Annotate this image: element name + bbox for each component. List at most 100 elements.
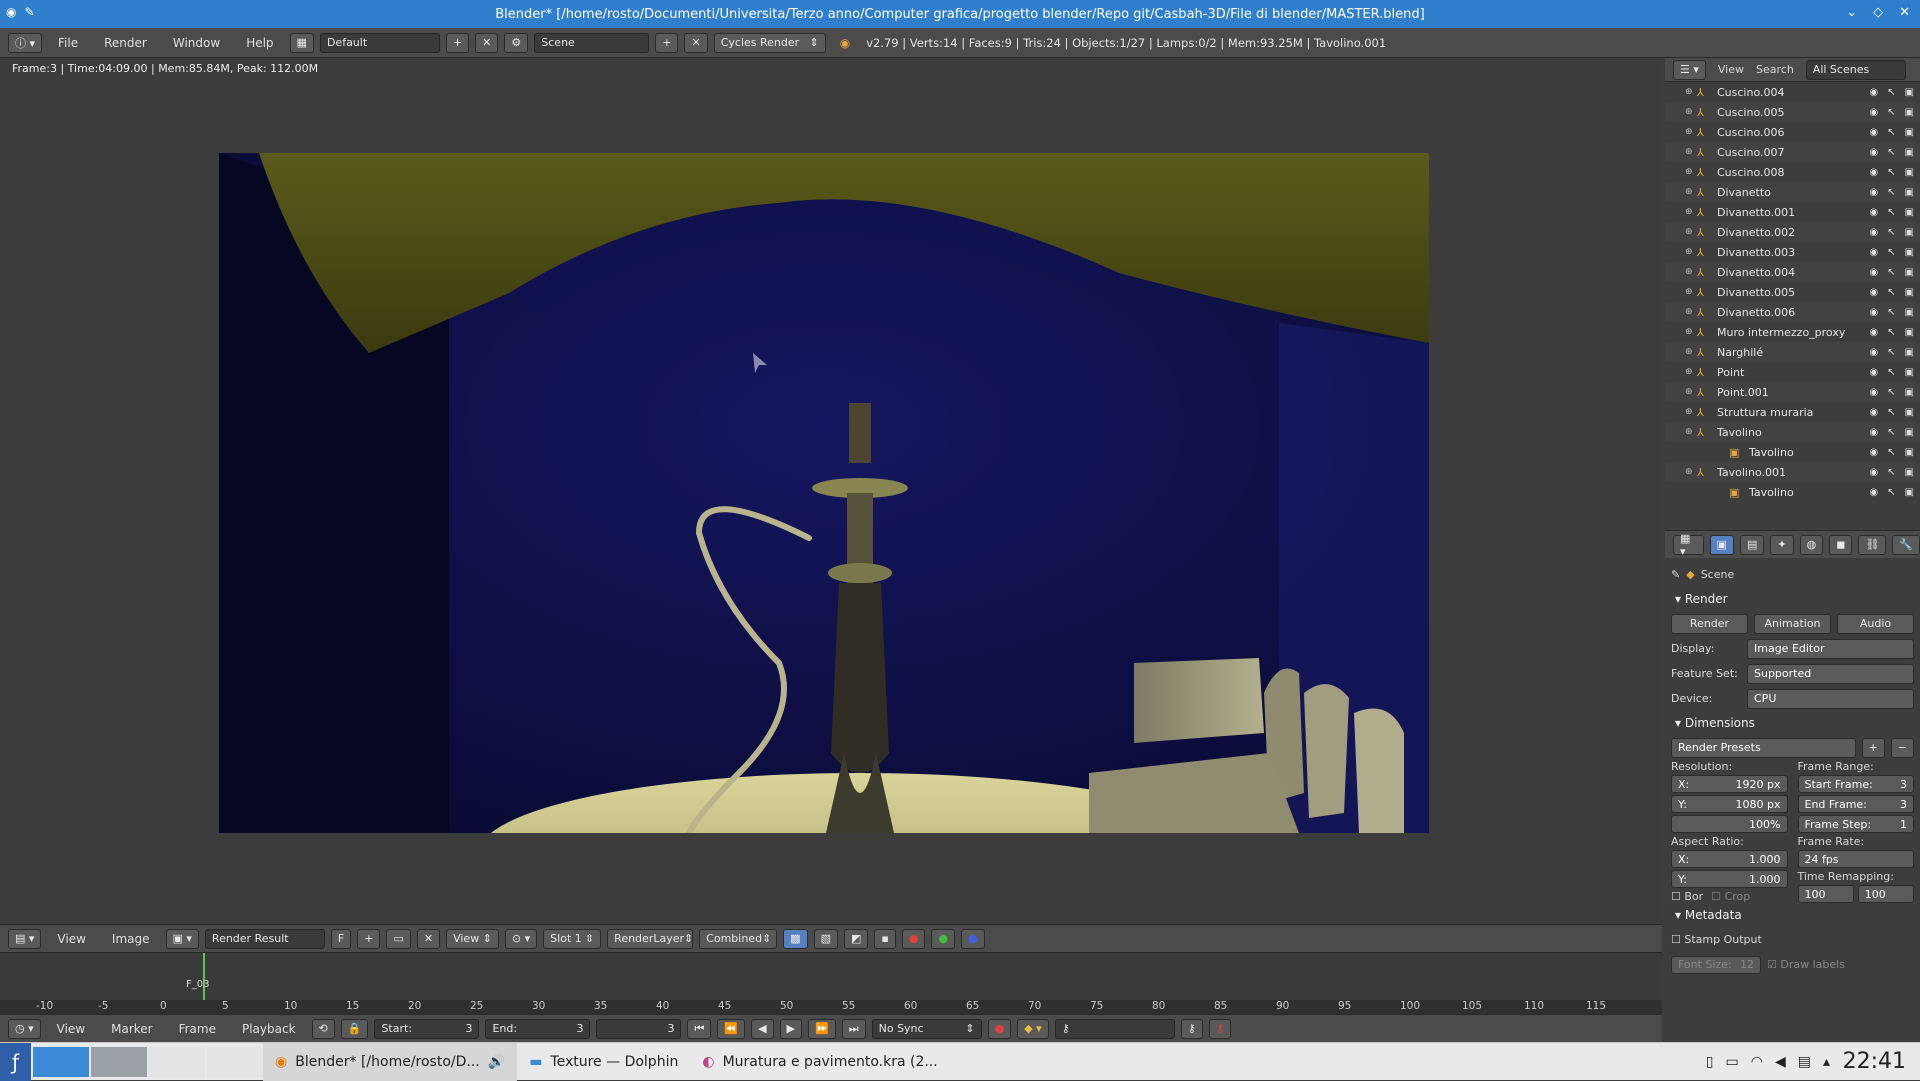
outliner-row[interactable]: ⊕ ⅄ Point ◉ ↖ ▣ (1665, 362, 1920, 382)
outliner-item-name[interactable]: Tavolino (1717, 426, 1762, 439)
display-select[interactable]: Image Editor (1747, 638, 1914, 659)
expand-toggle-icon[interactable]: ⊕ (1685, 227, 1697, 237)
render-camera-icon[interactable]: ▣ (1905, 407, 1914, 418)
outliner-row[interactable]: ⊕ ⅄ Cuscino.006 ◉ ↖ ▣ (1665, 122, 1920, 142)
outliner[interactable]: ⊕ ⅄ Cuscino.004 ◉ ↖ ▣ ⊕ ⅄ Cuscino.005 ◉ ↖ ▣ ⊕ ⅄ Cuscin… (1665, 82, 1920, 530)
play-icon[interactable]: ▶ (779, 1018, 802, 1039)
expand-toggle-icon[interactable]: ⊕ (1685, 347, 1697, 357)
render-camera-icon[interactable]: ▣ (1905, 347, 1914, 358)
timeline[interactable]: F_03 -10 -5 0 5 10 15 20 25 30 35 40 45 50 55 60 65 70 75… (0, 952, 1662, 1014)
expand-toggle-icon[interactable]: ⊕ (1685, 407, 1697, 417)
outliner-item-name[interactable]: Tavolino (1749, 446, 1794, 459)
jump-end-icon[interactable]: ⏭ (841, 1018, 866, 1039)
selectability-cursor-icon[interactable]: ↖ (1887, 407, 1895, 418)
selectability-cursor-icon[interactable]: ↖ (1887, 387, 1895, 398)
jump-start-icon[interactable]: ⏮ (687, 1018, 712, 1039)
expand-toggle-icon[interactable]: ⊕ (1685, 187, 1697, 197)
render-camera-icon[interactable]: ▣ (1905, 447, 1914, 458)
selectability-cursor-icon[interactable]: ↖ (1887, 127, 1895, 138)
tl-menu-marker[interactable]: Marker (101, 1022, 162, 1036)
aspect-x-field[interactable]: X: 1.000 (1671, 850, 1788, 868)
outliner-row[interactable]: ⊕ ⅄ Cuscino.008 ◉ ↖ ▣ (1665, 162, 1920, 182)
add-layout-icon[interactable]: + (445, 32, 470, 53)
outliner-item-name[interactable]: Divanetto (1717, 186, 1771, 199)
render-camera-icon[interactable]: ▣ (1905, 87, 1914, 98)
metadata-section-header[interactable]: ▾ Metadata (1665, 903, 1920, 927)
outliner-row[interactable]: ⊕ ⅄ Narghilé ◉ ↖ ▣ (1665, 342, 1920, 362)
outliner-item-name[interactable]: Cuscino.008 (1717, 166, 1785, 179)
selectability-cursor-icon[interactable]: ↖ (1887, 427, 1895, 438)
outliner-item-name[interactable]: Muro intermezzo_proxy (1717, 326, 1845, 339)
selectability-cursor-icon[interactable]: ↖ (1887, 367, 1895, 378)
task-krita[interactable]: ◐ Muratura e pavimento.kra (2... (690, 1043, 949, 1081)
res-y-field[interactable]: Y: 1080 px (1671, 795, 1788, 813)
frame-step-prop[interactable]: Frame Step: 1 (1797, 815, 1914, 833)
phone-icon[interactable]: ▯ (1706, 1054, 1714, 1070)
add-preset-icon[interactable]: + (1861, 737, 1885, 758)
border-checkbox[interactable]: ☐ Bor (1671, 890, 1703, 903)
start-frame-prop[interactable]: Start Frame: 3 (1797, 775, 1914, 793)
task-dolphin[interactable]: ▬ Texture — Dolphin (517, 1043, 690, 1081)
render-presets-select[interactable]: Render Presets (1671, 737, 1856, 758)
outliner-item-name[interactable]: Divanetto.003 (1717, 246, 1795, 259)
current-frame-cursor[interactable] (203, 953, 205, 1001)
expand-toggle-icon[interactable]: ⊕ (1685, 167, 1697, 177)
scene-icon[interactable]: ⚙ (504, 32, 529, 53)
outliner-item-name[interactable]: Cuscino.006 (1717, 126, 1785, 139)
record-icon[interactable]: ● (987, 1018, 1012, 1039)
render-camera-icon[interactable]: ▣ (1905, 127, 1914, 138)
render-camera-icon[interactable]: ▣ (1905, 147, 1914, 158)
current-frame-field[interactable]: 3 (596, 1018, 682, 1039)
selectability-cursor-icon[interactable]: ↖ (1887, 307, 1895, 318)
render-camera-icon[interactable]: ▣ (1905, 107, 1914, 118)
zbuffer-icon[interactable]: ▪ (874, 928, 896, 949)
prev-keyframe-icon[interactable]: ⏪ (717, 1018, 746, 1039)
expand-toggle-icon[interactable]: ⊕ (1685, 427, 1697, 437)
add-scene-icon[interactable]: + (655, 32, 679, 53)
desktop-4-pager[interactable] (207, 1046, 264, 1077)
menu-view[interactable]: View (47, 932, 95, 946)
outliner-menu-view[interactable]: View (1718, 63, 1744, 76)
lock-icon[interactable]: 🔒 (340, 1018, 369, 1039)
unlink-image-icon[interactable]: ✕ (416, 928, 441, 949)
outliner-row[interactable]: ⊕ ⅄ Divanetto.003 ◉ ↖ ▣ (1665, 242, 1920, 262)
keying-set-field[interactable]: ⚷ (1054, 1018, 1175, 1039)
object-tab-icon[interactable]: ◼ (1829, 534, 1853, 555)
remap-new-field[interactable]: 100 (1857, 885, 1914, 903)
feature-set-select[interactable]: Supported (1747, 663, 1914, 684)
editor-type-timeline-button[interactable]: ◷ ▾ (8, 1018, 41, 1039)
render-camera-icon[interactable]: ▣ (1905, 287, 1914, 298)
red-channel-icon[interactable]: ● (901, 928, 926, 949)
outliner-item-name[interactable]: Tavolino.001 (1717, 466, 1786, 479)
tl-menu-frame[interactable]: Frame (169, 1022, 226, 1036)
delete-key-icon[interactable]: ⚷ (1208, 1018, 1231, 1039)
selectability-cursor-icon[interactable]: ↖ (1887, 227, 1895, 238)
outliner-item-name[interactable]: Point (1717, 366, 1744, 379)
outliner-row[interactable]: ⊕ ⅄ Divanetto.005 ◉ ↖ ▣ (1665, 282, 1920, 302)
expand-toggle-icon[interactable]: ⊕ (1685, 267, 1697, 277)
outliner-row[interactable]: ⊕ ⅄ Tavolino.001 ◉ ↖ ▣ (1665, 462, 1920, 482)
remove-preset-icon[interactable]: − (1890, 737, 1914, 758)
menu-render[interactable]: Render (94, 36, 157, 50)
outliner-item-name[interactable]: Tavolino (1749, 486, 1794, 499)
editor-type-outliner-button[interactable]: ☰ ▾ (1673, 59, 1706, 80)
app-launcher-icon[interactable]: ƒ (0, 1042, 32, 1081)
editor-type-image-button[interactable]: ▤ ▾ (8, 928, 42, 949)
outliner-display-filter[interactable]: All Scenes (1805, 59, 1906, 80)
render-pass-select[interactable]: Combined ⇕ (699, 928, 778, 949)
scene-field[interactable]: Scene (534, 32, 650, 53)
remove-layout-icon[interactable]: ✕ (475, 32, 499, 53)
visibility-eye-icon[interactable]: ◉ (1869, 407, 1878, 418)
render-camera-icon[interactable]: ▣ (1905, 247, 1914, 258)
render-engine-select[interactable]: Cycles Render ⇕ (713, 32, 826, 53)
preview-range-icon[interactable]: ⟲ (311, 1018, 335, 1039)
draw-labels-checkbox[interactable]: ☑ Draw labels (1767, 958, 1845, 971)
render-audio-button[interactable]: Audio (1837, 613, 1914, 634)
visibility-eye-icon[interactable]: ◉ (1869, 167, 1878, 178)
selectability-cursor-icon[interactable]: ↖ (1887, 467, 1895, 478)
outliner-item-name[interactable]: Narghilé (1717, 346, 1763, 359)
image-browse-icon[interactable]: ▣ ▾ (165, 928, 199, 949)
layers-tab-icon[interactable]: ▤ (1739, 534, 1765, 555)
image-editor[interactable]: Frame:3 | Time:04:09.00 | Mem:85.84M, Pe… (0, 58, 1662, 924)
outliner-item-name[interactable]: Cuscino.007 (1717, 146, 1785, 159)
